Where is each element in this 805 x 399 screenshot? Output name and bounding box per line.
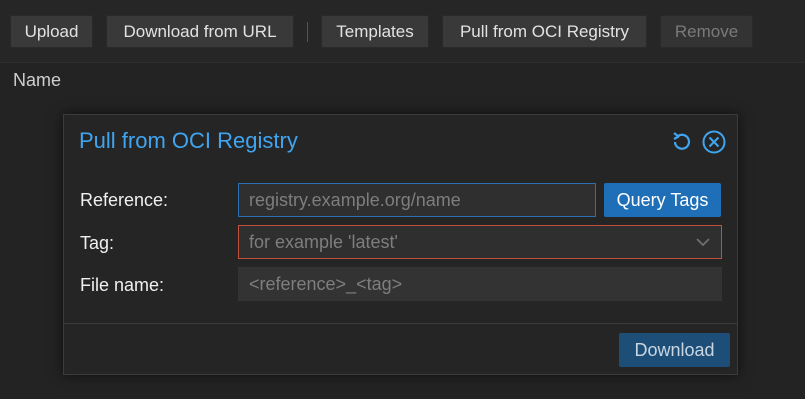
file-name-input[interactable]: <reference>_<tag>: [238, 267, 722, 301]
reference-label: Reference:: [80, 190, 169, 210]
file-name-placeholder: <reference>_<tag>: [249, 274, 403, 294]
toolbar: Upload Download from URL Templates Pull …: [0, 0, 805, 63]
dialog-footer-divider: [64, 323, 737, 324]
pull-from-oci-registry-button[interactable]: Pull from OCI Registry: [442, 15, 647, 48]
tag-label: Tag:: [80, 233, 115, 253]
file-name-label: File name:: [80, 275, 165, 295]
chevron-down-icon[interactable]: [693, 232, 713, 252]
templates-button[interactable]: Templates: [321, 15, 429, 48]
tag-placeholder: for example 'latest': [249, 232, 398, 252]
reference-input[interactable]: [249, 184, 585, 217]
name-column-header[interactable]: Name: [13, 70, 61, 91]
tag-select[interactable]: for example 'latest': [238, 225, 722, 259]
upload-button[interactable]: Upload: [10, 15, 93, 48]
pull-oci-dialog: Pull from OCI Registry Reference: Query …: [63, 114, 738, 375]
download-from-url-button[interactable]: Download from URL: [106, 15, 294, 48]
reference-input-wrapper: [238, 183, 596, 217]
dialog-title: Pull from OCI Registry: [79, 128, 298, 153]
query-tags-button[interactable]: Query Tags: [604, 183, 721, 217]
reset-icon[interactable]: [669, 129, 695, 155]
download-button[interactable]: Download: [619, 333, 730, 367]
toolbar-separator: [307, 22, 308, 42]
close-icon[interactable]: [701, 129, 727, 155]
remove-button[interactable]: Remove: [660, 15, 753, 48]
